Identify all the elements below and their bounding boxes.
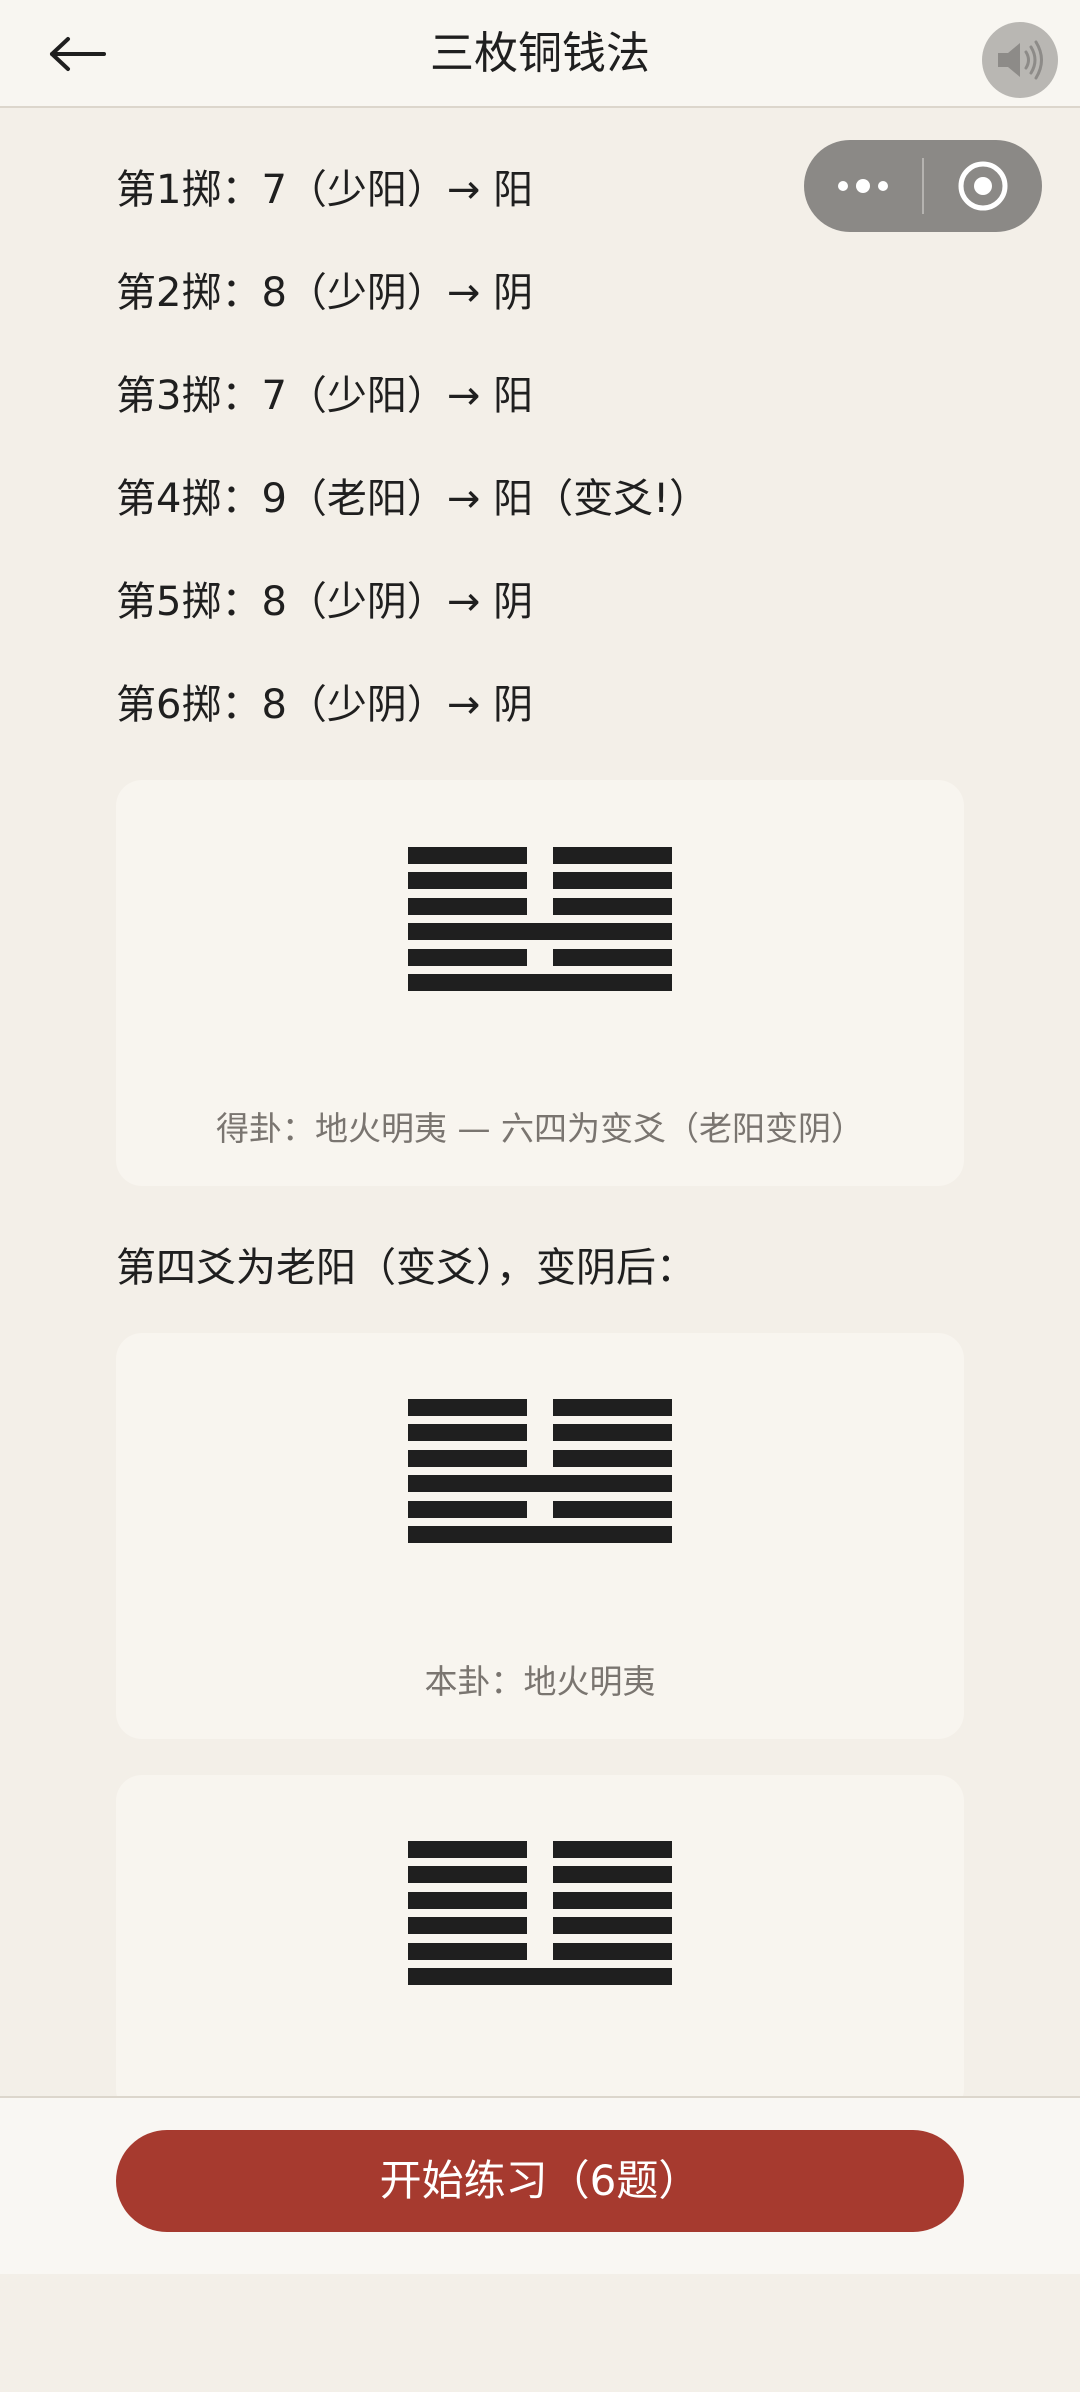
line-segment <box>553 1399 672 1416</box>
throw-result-1: 第1掷：7（少阳）→ 阳 <box>116 167 534 213</box>
line-segment <box>408 1399 527 1416</box>
line-segment <box>408 847 527 864</box>
yin-line <box>408 1866 672 1884</box>
throw-result-4: 第4掷：9（老阳）→ 阳（变爻!） <box>116 476 710 522</box>
line-segment <box>408 1475 672 1493</box>
line-segment <box>408 974 672 991</box>
line-segment <box>553 1500 672 1518</box>
line-segment <box>553 1841 672 1858</box>
mini-program-capsule <box>804 140 1042 232</box>
line-segment <box>408 1424 527 1442</box>
line-segment <box>553 1866 672 1884</box>
hexagram-caption: 得卦：地火明夷 — 六四为变爻（老阳变阴） <box>216 1109 864 1148</box>
line-segment <box>553 897 672 915</box>
yang-line <box>408 923 672 941</box>
line-segment <box>408 1917 527 1935</box>
line-segment <box>408 1500 527 1518</box>
line-segment <box>553 1917 672 1935</box>
line-segment <box>553 948 672 966</box>
yin-line <box>408 1424 672 1442</box>
speaker-icon <box>998 40 1043 80</box>
page-title: 三枚铜钱法 <box>430 28 650 79</box>
more-dots-icon <box>838 179 888 193</box>
line-segment <box>408 1942 527 1960</box>
hexagram-figure <box>408 1841 672 1985</box>
hexagram-figure <box>408 847 672 991</box>
yin-line <box>408 897 672 915</box>
line-segment <box>408 872 527 890</box>
line-segment <box>408 1526 672 1543</box>
throw-result-5: 第5掷：8（少阴）→ 阴 <box>116 579 534 625</box>
line-segment <box>553 1891 672 1909</box>
line-segment <box>553 847 672 864</box>
line-segment <box>553 1449 672 1467</box>
yin-line <box>408 1399 672 1416</box>
throw-result-6: 第6掷：8（少阴）→ 阴 <box>116 682 534 728</box>
sound-button[interactable] <box>982 22 1058 98</box>
close-miniprogram-button[interactable] <box>924 140 1042 232</box>
line-segment <box>408 1449 527 1467</box>
throw-result-2: 第2掷：8（少阴）→ 阴 <box>116 270 534 316</box>
line-segment <box>553 1942 672 1960</box>
bottom-action-bar: 开始练习（6题） <box>0 2096 1080 2274</box>
line-segment <box>408 1841 527 1858</box>
hexagram-figure <box>408 1399 672 1543</box>
hexagram-caption: 本卦：地火明夷 <box>424 1662 656 1701</box>
yin-line <box>408 1891 672 1909</box>
throw-result-3: 第3掷：7（少阳）→ 阳 <box>116 373 534 419</box>
yin-line <box>408 948 672 966</box>
target-circle-icon <box>958 161 1008 211</box>
yang-line <box>408 1526 672 1543</box>
result-hexagram-card: 得卦：地火明夷 — 六四为变爻（老阳变阴） <box>116 780 964 1186</box>
yin-line <box>408 1942 672 1960</box>
line-segment <box>408 1866 527 1884</box>
changing-line-note: 第四爻为老阳（变爻），变阴后： <box>116 1245 696 1291</box>
yin-line <box>408 847 672 864</box>
line-segment <box>408 923 672 941</box>
yin-line <box>408 1841 672 1858</box>
yang-line <box>408 974 672 991</box>
more-button[interactable] <box>804 140 922 232</box>
yin-line <box>408 872 672 890</box>
line-segment <box>408 897 527 915</box>
start-practice-button[interactable]: 开始练习（6题） <box>116 2130 964 2232</box>
line-segment <box>553 872 672 890</box>
yin-line <box>408 1917 672 1935</box>
yang-line <box>408 1475 672 1493</box>
yin-line <box>408 1449 672 1467</box>
line-segment <box>553 1424 672 1442</box>
line-segment <box>408 1968 672 1985</box>
changed-hexagram-card <box>116 1775 964 2115</box>
line-segment <box>408 1891 527 1909</box>
original-hexagram-card: 本卦：地火明夷 <box>116 1333 964 1739</box>
nav-bar: 三枚铜钱法 <box>0 0 1080 108</box>
line-segment <box>408 948 527 966</box>
yin-line <box>408 1500 672 1518</box>
yang-line <box>408 1968 672 1985</box>
